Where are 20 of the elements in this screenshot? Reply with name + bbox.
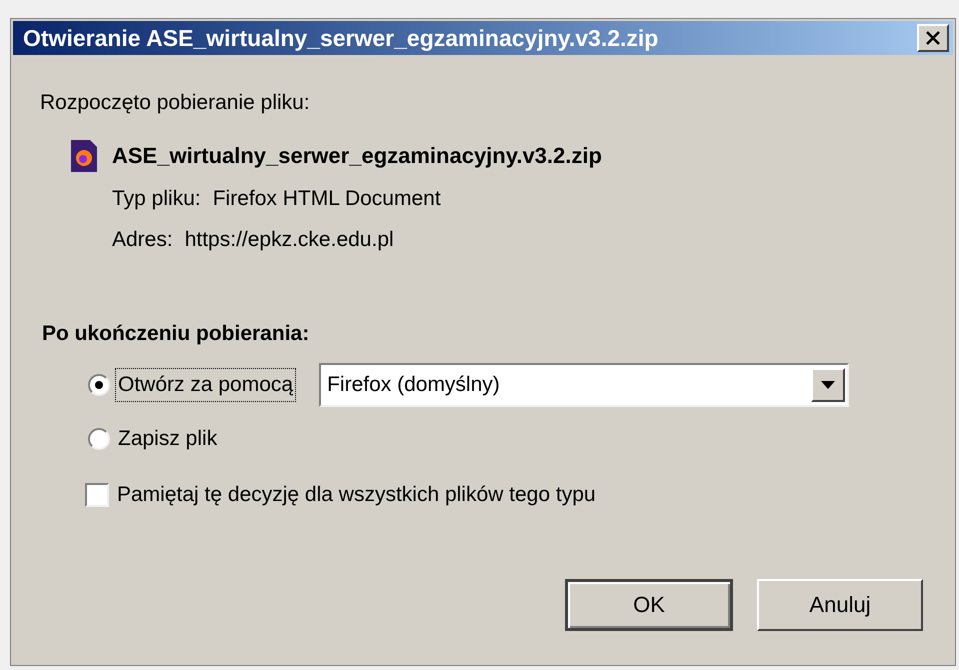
file-icon bbox=[70, 138, 98, 172]
file-name: ASE_wirtualny_serwer_egzaminacyjny.v3.2.zip bbox=[112, 142, 602, 170]
detail-label: Adres: bbox=[112, 227, 173, 253]
dialog-button[interactable]: Anuluj bbox=[757, 578, 923, 630]
intro-text: Rozpoczęto pobieranie pliku: bbox=[40, 90, 310, 116]
section-heading: Po ukończeniu pobierania: bbox=[42, 320, 310, 346]
detail-value: https://epkz.cke.edu.pl bbox=[184, 227, 394, 253]
radio-label[interactable]: Otwórz za pomocą bbox=[116, 369, 296, 401]
radio-button[interactable] bbox=[88, 374, 110, 396]
detail-value: Firefox HTML Document bbox=[212, 186, 441, 212]
window-title: Otwieranie ASE_wirtualny_serwer_egzaminacyjny.v3.2.zip bbox=[23, 24, 658, 53]
checkbox-label[interactable]: Pamiętaj tę decyzję dla wszystkich plików tego typu bbox=[117, 479, 596, 510]
dialog-button[interactable]: OK bbox=[565, 578, 733, 630]
close-button[interactable] bbox=[917, 24, 949, 52]
application-dropdown[interactable]: Firefox (domyślny) bbox=[319, 363, 850, 407]
radio-label[interactable]: Zapisz plik bbox=[116, 423, 220, 455]
radio-button[interactable] bbox=[88, 428, 110, 450]
checkbox[interactable] bbox=[85, 482, 109, 507]
close-icon bbox=[925, 31, 941, 45]
detail-label: Typ pliku: bbox=[112, 186, 201, 212]
